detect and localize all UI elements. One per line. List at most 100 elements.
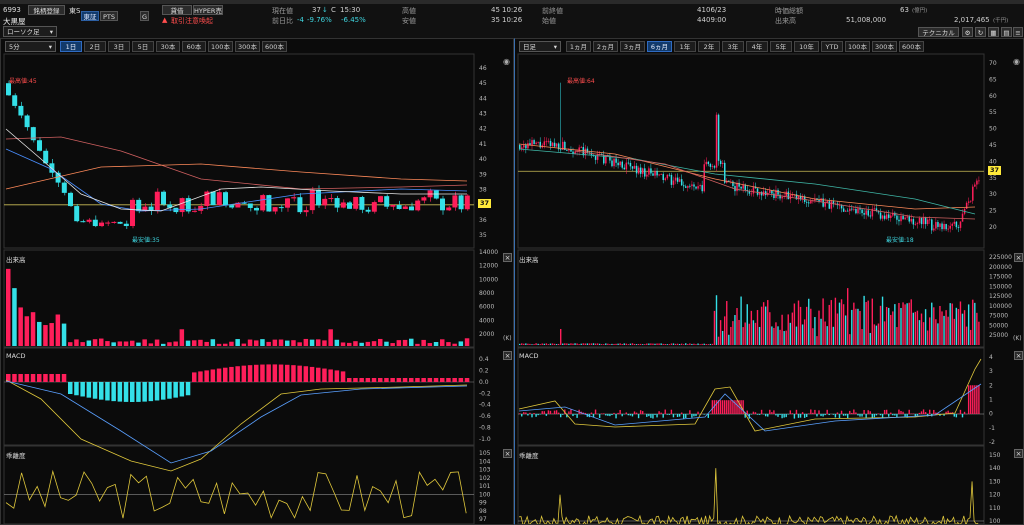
daily-chart-canvas[interactable]: 7065605550454035302520225000200000175000… — [515, 39, 1024, 525]
right-volume-bar — [861, 329, 863, 345]
left-macd-hist — [99, 382, 104, 400]
right-candle — [740, 186, 742, 189]
right-volume-bar — [855, 308, 857, 345]
right-volume-bar — [748, 323, 750, 345]
right-macd-hist — [590, 412, 593, 414]
right-candle — [689, 185, 691, 187]
close-macd-pane-icon[interactable]: × — [503, 351, 512, 360]
left-price-axis-tick: 41 — [479, 141, 487, 148]
right-macd-hist — [834, 414, 837, 418]
high-value: 45 — [491, 6, 500, 14]
right-volume-bar — [851, 309, 853, 345]
turnover-unit: (千円) — [993, 18, 1009, 24]
right-candle — [855, 208, 857, 214]
left-ma-short — [5, 128, 467, 212]
left-candle — [216, 192, 222, 206]
right-candle — [551, 142, 554, 147]
right-volume-bar — [767, 300, 769, 345]
grid-icon[interactable]: ▦ — [988, 27, 999, 37]
technical-button[interactable]: テクニカル — [918, 27, 959, 37]
right-candle — [535, 142, 537, 144]
left-osc-line — [5, 469, 467, 519]
right-macd-hist — [525, 412, 527, 414]
left-macd-hist — [74, 382, 79, 396]
chart-type-value: ローソク足 — [7, 28, 40, 36]
left-macd-hist — [278, 364, 284, 382]
right-macd-hist — [519, 413, 521, 414]
right-macd-hist — [695, 414, 697, 417]
left-volume-unit: (K) — [503, 335, 512, 342]
close-volume-pane-icon[interactable]: × — [1014, 253, 1023, 262]
right-volume-bar — [906, 303, 908, 345]
left-macd-axis-tick: -0.4 — [479, 402, 491, 409]
right-volume-bar — [824, 321, 826, 345]
left-volume-bar — [396, 340, 402, 346]
right-macd-hist — [765, 414, 767, 417]
right-candle — [785, 191, 787, 197]
right-candle — [937, 222, 939, 227]
right-candle — [717, 114, 720, 161]
daily-chart-panel: 日足 ▾ 1ヵ月 2ヵ月 3ヵ月 6ヵ月 1年 2年 3年 4年 5年 10年 YTD 100本 300本… — [514, 38, 1024, 525]
close-macd-pane-icon[interactable]: × — [1014, 351, 1023, 360]
right-volume-bar — [832, 326, 835, 345]
right-volume-bar — [674, 343, 677, 345]
right-macd-hist — [574, 414, 576, 415]
left-ma-long1 — [5, 136, 468, 190]
right-macd-hist — [664, 409, 666, 414]
right-candle — [779, 194, 781, 199]
left-price-axis-tick: 38 — [479, 186, 487, 193]
layout-icon[interactable]: ▤ — [1001, 27, 1012, 37]
left-candle — [12, 95, 18, 106]
right-candle — [756, 188, 759, 195]
right-volume-bar — [933, 307, 935, 345]
close-volume-pane-icon[interactable]: × — [503, 253, 512, 262]
left-macd-hist — [415, 378, 420, 382]
venue-tab-tse[interactable]: 東証 — [81, 11, 99, 21]
right-candle — [594, 155, 597, 160]
right-volume-bar — [828, 304, 830, 345]
right-volume-bar — [601, 344, 603, 345]
right-volume-bar — [961, 313, 964, 345]
left-macd-hist — [68, 382, 73, 394]
venue-tab-pts[interactable]: PTS — [100, 11, 118, 21]
right-candle — [961, 213, 964, 222]
right-volume-bar — [549, 343, 552, 345]
left-candle — [402, 206, 408, 210]
left-macd-hist — [30, 374, 36, 382]
right-macd-hist — [793, 414, 796, 419]
left-volume-bar — [204, 341, 209, 346]
right-price-axis-tick: 30 — [989, 191, 997, 198]
right-osc-axis-tick: 130 — [989, 478, 1001, 485]
refresh-icon[interactable]: ↻ — [975, 27, 986, 37]
chart-type-select[interactable]: ローソク足 ▾ — [3, 26, 57, 37]
right-macd-hist — [685, 414, 687, 419]
right-candle — [683, 185, 685, 187]
intraday-chart-canvas[interactable]: 46 45 44 43 42 41 40 39 38 37 36 35 14000 12000 10000 8… — [1, 39, 514, 525]
settings-icon[interactable]: ⚙ — [962, 27, 973, 37]
close-osc-pane-icon[interactable]: × — [503, 449, 512, 458]
hyper-sell-button[interactable]: HYPER売 — [193, 5, 223, 15]
right-macd-hist — [883, 409, 886, 414]
menu-icon[interactable]: ≡ — [1013, 27, 1023, 37]
right-macd-hist — [562, 414, 564, 415]
register-button[interactable]: 銘柄登録 — [28, 5, 65, 15]
left-candle — [291, 197, 297, 199]
close-osc-pane-icon[interactable]: × — [1014, 449, 1023, 458]
left-osc-axis-tick: 98 — [479, 508, 487, 515]
right-macd-hist — [719, 400, 722, 414]
current-value: 37 — [312, 6, 321, 14]
right-macd-hist — [851, 412, 853, 414]
right-macd-hist — [756, 414, 759, 415]
loan-button[interactable]: 貸借 — [162, 5, 192, 15]
tag-box[interactable]: G — [140, 11, 149, 21]
right-volume-bar — [752, 320, 755, 345]
left-candle — [266, 195, 272, 212]
right-candle — [883, 215, 886, 219]
left-macd-pane — [3, 347, 475, 446]
exchange-label: 東S — [69, 7, 81, 15]
left-candle — [24, 115, 30, 128]
left-macd-hist — [291, 365, 296, 382]
right-ma-mid — [518, 148, 976, 215]
left-low-label: 最安値:35 — [132, 237, 160, 244]
right-macd-hist — [592, 414, 595, 418]
